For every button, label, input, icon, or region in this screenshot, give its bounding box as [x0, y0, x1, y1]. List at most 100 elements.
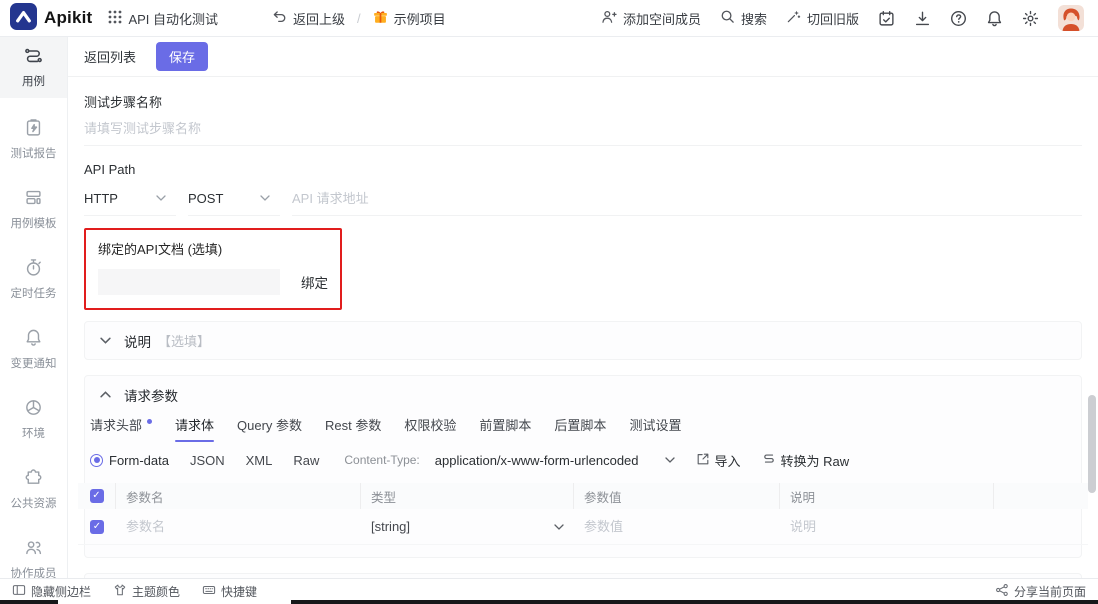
vertical-scrollbar[interactable] — [1088, 395, 1096, 493]
tab-pre-script[interactable]: 前置脚本 — [479, 415, 531, 442]
method-value: POST — [188, 190, 224, 206]
shortcuts-label: 快捷键 — [221, 585, 258, 599]
description-section-header[interactable]: 说明 【选填】 — [85, 322, 1081, 359]
sidebar-item-public-resources[interactable]: 公共资源 — [0, 459, 67, 520]
body-format-row: Form-data JSON XML Raw Content-Type: app… — [85, 443, 1081, 477]
bind-button[interactable]: 绑定 — [301, 272, 328, 292]
app-name: Apikit — [44, 8, 93, 27]
breadcrumb-project[interactable]: 示例项目 — [373, 9, 446, 28]
sidebar-item-use-cases[interactable]: 用例 — [0, 37, 67, 98]
app-logo[interactable]: Apikit — [10, 3, 92, 33]
search-label: 搜索 — [740, 11, 767, 27]
tab-label: 请求体 — [175, 417, 215, 433]
tab-label: 测试设置 — [629, 417, 682, 433]
tab-label: 前置脚本 — [479, 417, 532, 433]
apikit-app: Apikit API 自动化测试 返回上级 / 示例项目 添加空间成员 搜索 切… — [0, 0, 1098, 604]
sidebar-item-case-templates[interactable]: 用例模板 — [0, 179, 67, 240]
tab-label: 权限校验 — [404, 417, 457, 433]
header-param-value: 参数值 — [574, 483, 780, 509]
calendar-icon[interactable] — [878, 10, 895, 27]
sidebar-item-label: 环境 — [22, 428, 45, 440]
protocol-select[interactable]: HTTP — [84, 181, 176, 216]
search-button[interactable]: 搜索 — [720, 9, 767, 28]
add-space-member-label: 添加空间成员 — [622, 11, 701, 27]
param-type-select[interactable]: [string] — [371, 519, 564, 534]
help-icon[interactable] — [950, 10, 967, 27]
sidebar-item-scheduled-tasks[interactable]: 定时任务 — [0, 249, 67, 310]
tab-request-headers[interactable]: 请求头部 — [90, 415, 153, 442]
steps-icon — [24, 46, 43, 68]
tab-request-body[interactable]: 请求体 — [175, 415, 215, 442]
api-url-input[interactable] — [292, 181, 1082, 216]
format-option-json[interactable]: JSON — [190, 453, 225, 468]
method-select[interactable]: POST — [188, 181, 280, 216]
step-name-input[interactable] — [84, 111, 1082, 146]
format-option-form-data[interactable]: Form-data — [90, 453, 169, 468]
format-option-raw[interactable]: Raw — [293, 453, 319, 468]
add-space-member-button[interactable]: 添加空间成员 — [601, 9, 701, 28]
wand-icon — [786, 9, 801, 27]
header-param-name: 参数名 — [116, 483, 361, 509]
gear-icon[interactable] — [1022, 10, 1039, 27]
tab-rest-params[interactable]: Rest 参数 — [325, 415, 381, 442]
theme-color-button[interactable]: 主题颜色 — [113, 583, 180, 600]
tab-auth-check[interactable]: 权限校验 — [404, 415, 456, 442]
template-icon — [24, 188, 43, 210]
extract-result-header[interactable]: 提取返回结果，可被后续测试步骤引用 — [85, 574, 1081, 578]
members-icon — [24, 538, 43, 560]
description-title: 说明 — [124, 334, 151, 350]
content-type-select[interactable]: application/x-www-form-urlencoded — [435, 453, 675, 468]
left-sidebar: 用例 测试报告 用例模板 定时任务 变更通知 环境 公共资源 协作成员 — [0, 37, 68, 580]
bind-doc-label: 绑定的API文档 (选填) — [98, 242, 223, 257]
param-name-input[interactable] — [126, 519, 351, 534]
save-button[interactable]: 保存 — [156, 42, 209, 71]
tab-post-script[interactable]: 后置脚本 — [554, 415, 606, 442]
screen-edge-artifact — [0, 600, 58, 604]
theme-color-label: 主题颜色 — [132, 585, 181, 599]
import-button[interactable]: 导入 — [696, 451, 741, 470]
bind-doc-input[interactable] — [98, 269, 280, 295]
api-path-label: API Path — [84, 162, 136, 177]
tab-label: 后置脚本 — [554, 417, 607, 433]
workspace-switcher[interactable]: API 自动化测试 — [108, 9, 218, 28]
param-value-input[interactable] — [584, 519, 770, 534]
tab-query-params[interactable]: Query 参数 — [237, 415, 302, 442]
bind-api-doc-highlight-box: 绑定的API文档 (选填) 绑定 — [84, 228, 342, 310]
convert-label: 转换为 Raw — [780, 453, 850, 469]
request-params-header[interactable]: 请求参数 — [85, 376, 1081, 413]
project-name: 示例项目 — [393, 11, 446, 27]
convert-to-raw-button[interactable]: 转换为 Raw — [762, 451, 850, 470]
report-icon — [24, 118, 43, 140]
select-all-checkbox[interactable]: ✓ — [89, 489, 104, 503]
page-toolbar: 返回列表 保存 — [68, 37, 1098, 77]
chevron-down-icon — [260, 195, 270, 201]
params-table: ✓ 参数名 类型 参数值 说明 ✓ [strin — [78, 483, 1088, 545]
bell-icon[interactable] — [986, 10, 1003, 27]
shortcuts-button[interactable]: 快捷键 — [202, 583, 257, 600]
format-option-xml[interactable]: XML — [246, 453, 273, 468]
sidebar-item-test-reports[interactable]: 测试报告 — [0, 109, 67, 170]
sidebar-item-environment[interactable]: 环境 — [0, 389, 67, 450]
user-avatar[interactable] — [1058, 5, 1084, 31]
hide-sidebar-icon — [12, 583, 26, 600]
breadcrumb-separator: / — [357, 10, 361, 26]
tab-test-settings[interactable]: 测试设置 — [629, 415, 681, 442]
sidebar-item-label: 变更通知 — [10, 358, 57, 370]
switch-to-old-button[interactable]: 切回旧版 — [786, 9, 859, 28]
row-checkbox[interactable]: ✓ — [90, 519, 104, 534]
chevron-up-icon — [100, 391, 111, 398]
switch-to-old-label: 切回旧版 — [806, 11, 859, 27]
back-to-list-link[interactable]: 返回列表 — [84, 47, 136, 66]
share-page-button[interactable]: 分享当前页面 — [995, 583, 1086, 600]
sidebar-item-change-notifications[interactable]: 变更通知 — [0, 319, 67, 380]
back-to-parent[interactable]: 返回上级 — [272, 9, 345, 28]
download-icon[interactable] — [914, 10, 931, 27]
tab-label: 请求头部 — [90, 417, 143, 433]
apps-grid-icon — [108, 10, 122, 27]
params-table-header: ✓ 参数名 类型 参数值 说明 — [78, 483, 1088, 509]
format-label: Form-data — [109, 452, 169, 468]
keyboard-icon — [202, 583, 216, 600]
hide-sidebar-button[interactable]: 隐藏侧边栏 — [12, 583, 91, 600]
param-desc-input[interactable] — [790, 519, 984, 534]
content-type-value: application/x-www-form-urlencoded — [434, 452, 639, 468]
